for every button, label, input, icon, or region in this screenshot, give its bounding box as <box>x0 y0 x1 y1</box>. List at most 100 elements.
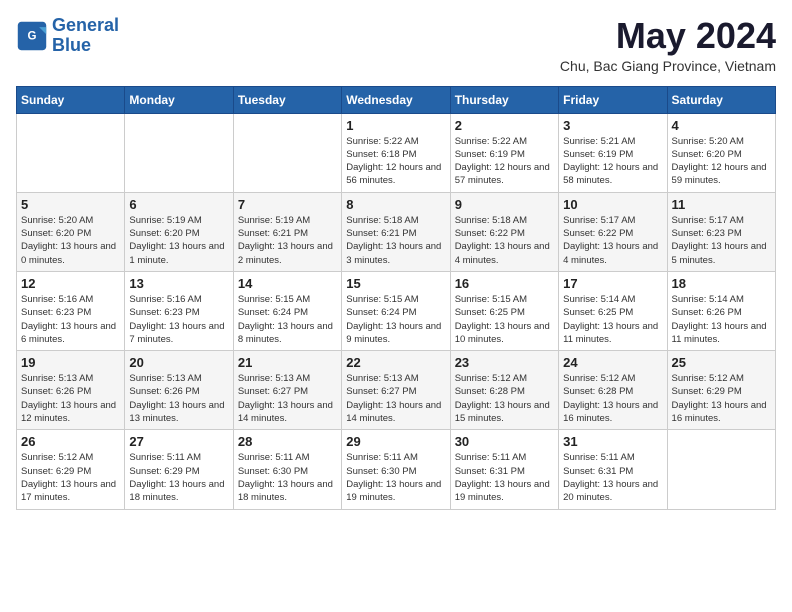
weekday-header: Wednesday <box>342 86 450 113</box>
day-number: 4 <box>672 118 771 133</box>
calendar-cell: 12 Sunrise: 5:16 AM Sunset: 6:23 PM Dayli… <box>17 271 125 350</box>
weekday-header: Saturday <box>667 86 775 113</box>
weekday-header: Friday <box>559 86 667 113</box>
calendar-cell: 21 Sunrise: 5:13 AM Sunset: 6:27 PM Dayli… <box>233 351 341 430</box>
calendar-cell: 3 Sunrise: 5:21 AM Sunset: 6:19 PM Daylig… <box>559 113 667 192</box>
day-info: Sunrise: 5:17 AM Sunset: 6:22 PM Dayligh… <box>563 214 662 267</box>
day-number: 29 <box>346 434 445 449</box>
day-info: Sunrise: 5:21 AM Sunset: 6:19 PM Dayligh… <box>563 135 662 188</box>
calendar-cell: 23Sunrise: 5:12 AM Sunset: 6:28 PM Dayli… <box>450 351 558 430</box>
calendar-week-row: 1 Sunrise: 5:22 AM Sunset: 6:18 PM Daylig… <box>17 113 776 192</box>
calendar-week-row: 26Sunrise: 5:12 AM Sunset: 6:29 PM Dayli… <box>17 430 776 509</box>
calendar-cell: 16 Sunrise: 5:15 AM Sunset: 6:25 PM Dayli… <box>450 271 558 350</box>
day-number: 9 <box>455 197 554 212</box>
weekday-header-row: SundayMondayTuesdayWednesdayThursdayFrid… <box>17 86 776 113</box>
logo-line1: General <box>52 15 119 35</box>
day-info: Sunrise: 5:18 AM Sunset: 6:22 PM Dayligh… <box>455 214 554 267</box>
svg-text:G: G <box>28 30 37 42</box>
day-info: Sunrise: 5:13 AM Sunset: 6:27 PM Dayligh… <box>238 372 337 425</box>
day-number: 6 <box>129 197 228 212</box>
day-info: Sunrise: 5:18 AM Sunset: 6:21 PM Dayligh… <box>346 214 445 267</box>
calendar-cell: 28Sunrise: 5:11 AM Sunset: 6:30 PM Dayli… <box>233 430 341 509</box>
calendar-cell: 29 Sunrise: 5:11 AM Sunset: 6:30 PM Dayli… <box>342 430 450 509</box>
day-info: Sunrise: 5:20 AM Sunset: 6:20 PM Dayligh… <box>672 135 771 188</box>
day-info: Sunrise: 5:20 AM Sunset: 6:20 PM Dayligh… <box>21 214 120 267</box>
calendar-cell: 20 Sunrise: 5:13 AM Sunset: 6:26 PM Dayli… <box>125 351 233 430</box>
day-info: Sunrise: 5:11 AM Sunset: 6:29 PM Dayligh… <box>129 451 228 504</box>
day-number: 30 <box>455 434 554 449</box>
calendar-cell: 5Sunrise: 5:20 AM Sunset: 6:20 PM Daylig… <box>17 192 125 271</box>
day-info: Sunrise: 5:22 AM Sunset: 6:18 PM Dayligh… <box>346 135 445 188</box>
day-number: 20 <box>129 355 228 370</box>
day-info: Sunrise: 5:16 AM Sunset: 6:23 PM Dayligh… <box>21 293 120 346</box>
day-info: Sunrise: 5:15 AM Sunset: 6:24 PM Dayligh… <box>346 293 445 346</box>
weekday-header: Sunday <box>17 86 125 113</box>
page-header: G General Blue May 2024 Chu, Bac Giang P… <box>16 16 776 74</box>
calendar-cell <box>125 113 233 192</box>
weekday-header: Monday <box>125 86 233 113</box>
day-number: 15 <box>346 276 445 291</box>
calendar-cell: 26Sunrise: 5:12 AM Sunset: 6:29 PM Dayli… <box>17 430 125 509</box>
day-info: Sunrise: 5:12 AM Sunset: 6:29 PM Dayligh… <box>21 451 120 504</box>
day-info: Sunrise: 5:22 AM Sunset: 6:19 PM Dayligh… <box>455 135 554 188</box>
day-number: 11 <box>672 197 771 212</box>
day-number: 14 <box>238 276 337 291</box>
day-info: Sunrise: 5:16 AM Sunset: 6:23 PM Dayligh… <box>129 293 228 346</box>
calendar-cell: 30Sunrise: 5:11 AM Sunset: 6:31 PM Dayli… <box>450 430 558 509</box>
day-info: Sunrise: 5:12 AM Sunset: 6:28 PM Dayligh… <box>563 372 662 425</box>
calendar-cell: 14 Sunrise: 5:15 AM Sunset: 6:24 PM Dayli… <box>233 271 341 350</box>
calendar-table: SundayMondayTuesdayWednesdayThursdayFrid… <box>16 86 776 510</box>
calendar-cell: 6 Sunrise: 5:19 AM Sunset: 6:20 PM Daylig… <box>125 192 233 271</box>
calendar-cell: 4 Sunrise: 5:20 AM Sunset: 6:20 PM Daylig… <box>667 113 775 192</box>
main-title: May 2024 <box>560 16 776 56</box>
calendar-cell: 1 Sunrise: 5:22 AM Sunset: 6:18 PM Daylig… <box>342 113 450 192</box>
day-number: 8 <box>346 197 445 212</box>
calendar-cell: 27Sunrise: 5:11 AM Sunset: 6:29 PM Dayli… <box>125 430 233 509</box>
day-number: 1 <box>346 118 445 133</box>
calendar-cell: 2Sunrise: 5:22 AM Sunset: 6:19 PM Daylig… <box>450 113 558 192</box>
day-number: 24 <box>563 355 662 370</box>
day-info: Sunrise: 5:17 AM Sunset: 6:23 PM Dayligh… <box>672 214 771 267</box>
day-info: Sunrise: 5:11 AM Sunset: 6:30 PM Dayligh… <box>238 451 337 504</box>
day-info: Sunrise: 5:11 AM Sunset: 6:31 PM Dayligh… <box>563 451 662 504</box>
calendar-week-row: 5Sunrise: 5:20 AM Sunset: 6:20 PM Daylig… <box>17 192 776 271</box>
logo-text: General Blue <box>52 16 119 56</box>
calendar-cell: 25 Sunrise: 5:12 AM Sunset: 6:29 PM Dayli… <box>667 351 775 430</box>
day-number: 13 <box>129 276 228 291</box>
day-number: 18 <box>672 276 771 291</box>
day-info: Sunrise: 5:13 AM Sunset: 6:27 PM Dayligh… <box>346 372 445 425</box>
logo-icon: G <box>16 20 48 52</box>
calendar-cell: 9 Sunrise: 5:18 AM Sunset: 6:22 PM Daylig… <box>450 192 558 271</box>
calendar-cell: 19Sunrise: 5:13 AM Sunset: 6:26 PM Dayli… <box>17 351 125 430</box>
day-number: 16 <box>455 276 554 291</box>
weekday-header: Thursday <box>450 86 558 113</box>
day-number: 21 <box>238 355 337 370</box>
day-number: 7 <box>238 197 337 212</box>
day-number: 3 <box>563 118 662 133</box>
calendar-week-row: 12 Sunrise: 5:16 AM Sunset: 6:23 PM Dayli… <box>17 271 776 350</box>
calendar-week-row: 19Sunrise: 5:13 AM Sunset: 6:26 PM Dayli… <box>17 351 776 430</box>
day-info: Sunrise: 5:12 AM Sunset: 6:28 PM Dayligh… <box>455 372 554 425</box>
day-info: Sunrise: 5:19 AM Sunset: 6:21 PM Dayligh… <box>238 214 337 267</box>
calendar-cell: 22Sunrise: 5:13 AM Sunset: 6:27 PM Dayli… <box>342 351 450 430</box>
day-info: Sunrise: 5:15 AM Sunset: 6:24 PM Dayligh… <box>238 293 337 346</box>
day-info: Sunrise: 5:14 AM Sunset: 6:25 PM Dayligh… <box>563 293 662 346</box>
day-info: Sunrise: 5:19 AM Sunset: 6:20 PM Dayligh… <box>129 214 228 267</box>
calendar-cell: 13 Sunrise: 5:16 AM Sunset: 6:23 PM Dayli… <box>125 271 233 350</box>
day-info: Sunrise: 5:11 AM Sunset: 6:30 PM Dayligh… <box>346 451 445 504</box>
day-number: 10 <box>563 197 662 212</box>
calendar-cell: 10 Sunrise: 5:17 AM Sunset: 6:22 PM Dayli… <box>559 192 667 271</box>
calendar-cell: 15 Sunrise: 5:15 AM Sunset: 6:24 PM Dayli… <box>342 271 450 350</box>
subtitle: Chu, Bac Giang Province, Vietnam <box>560 58 776 74</box>
weekday-header: Tuesday <box>233 86 341 113</box>
calendar-cell <box>17 113 125 192</box>
day-info: Sunrise: 5:15 AM Sunset: 6:25 PM Dayligh… <box>455 293 554 346</box>
day-number: 12 <box>21 276 120 291</box>
day-info: Sunrise: 5:12 AM Sunset: 6:29 PM Dayligh… <box>672 372 771 425</box>
calendar-cell: 11 Sunrise: 5:17 AM Sunset: 6:23 PM Dayli… <box>667 192 775 271</box>
logo-line2: Blue <box>52 35 91 55</box>
day-info: Sunrise: 5:13 AM Sunset: 6:26 PM Dayligh… <box>129 372 228 425</box>
calendar-cell: 17Sunrise: 5:14 AM Sunset: 6:25 PM Dayli… <box>559 271 667 350</box>
day-number: 25 <box>672 355 771 370</box>
calendar-cell <box>667 430 775 509</box>
